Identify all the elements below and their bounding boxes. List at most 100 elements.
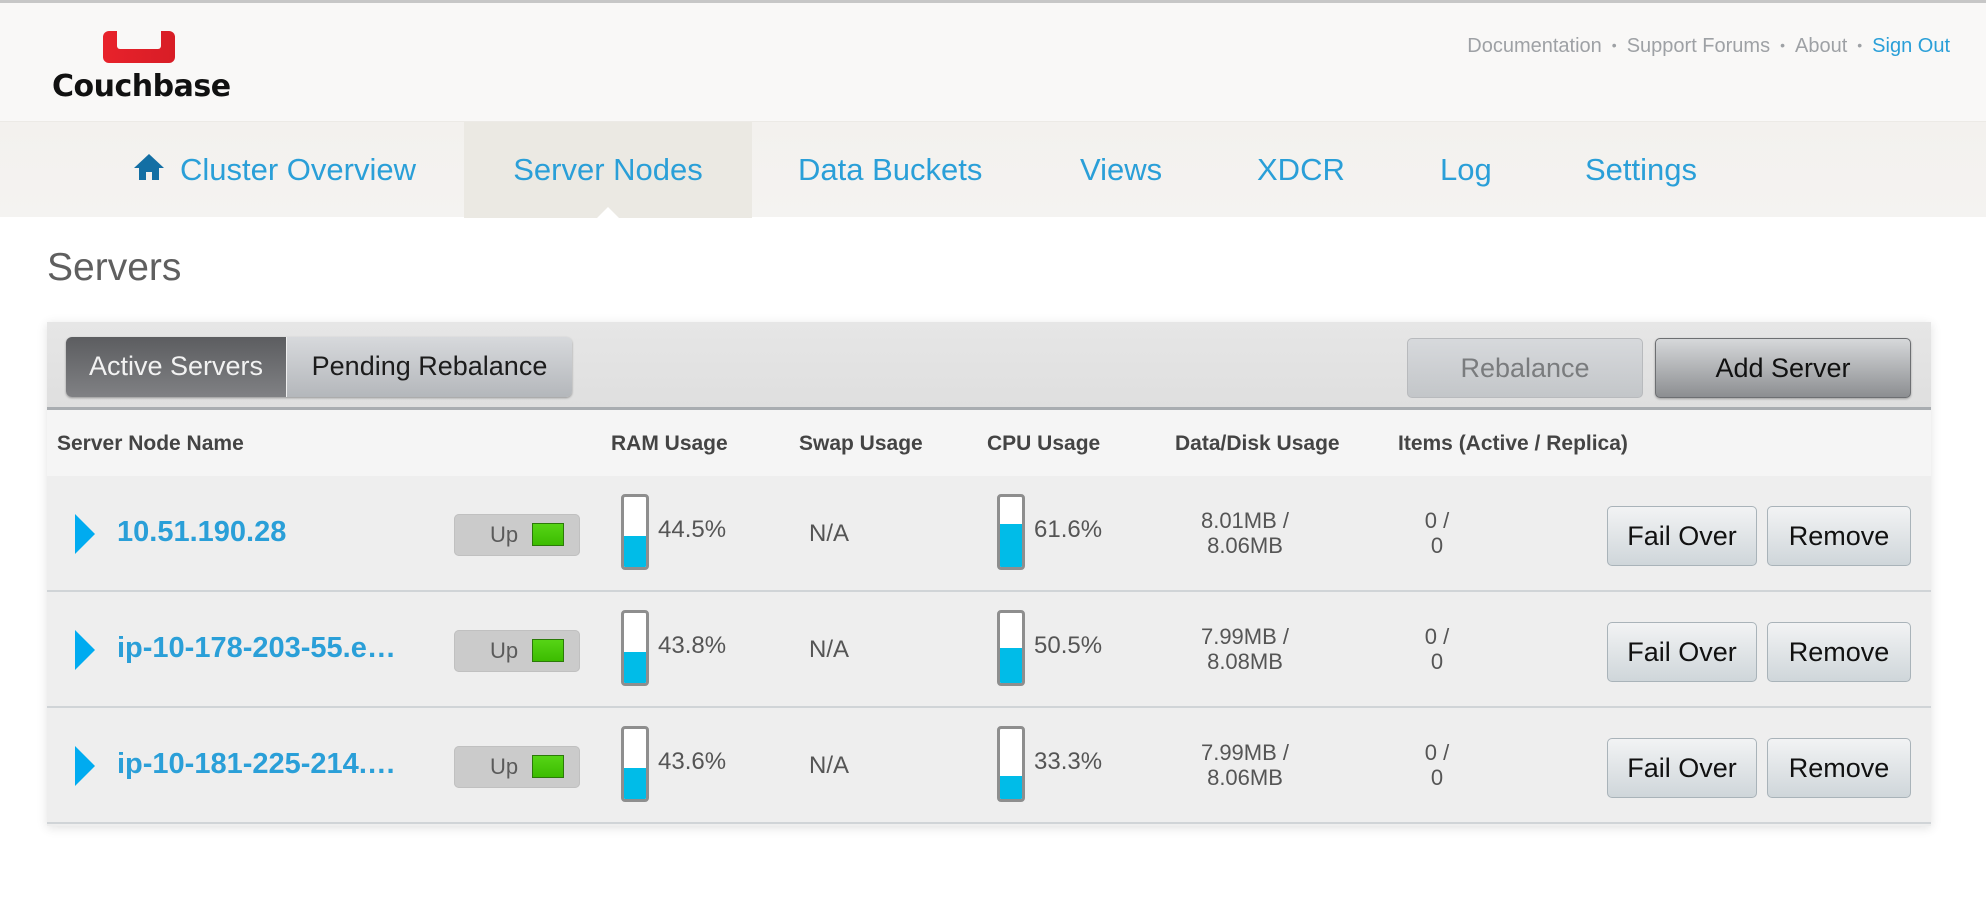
server-node-name-link[interactable]: ip-10-178-203-55.e… (117, 632, 396, 665)
remove-button[interactable]: Remove (1767, 622, 1911, 682)
column-header-swap: Swap Usage (799, 432, 923, 455)
nav-item-cluster-overview[interactable]: Cluster Overview (134, 122, 416, 218)
nav-item-label: Settings (1585, 152, 1698, 187)
status-badge: Up (454, 746, 580, 788)
cpu-usage-value: 61.6% (1034, 516, 1103, 543)
table-row: 10.51.190.28 Up 44.5% N/A 61.6% 8.01MB /… (47, 476, 1931, 592)
nav-item-label: Log (1440, 152, 1492, 187)
nav-item-label: Data Buckets (798, 152, 983, 187)
tab-pending-rebalance[interactable]: Pending Rebalance (286, 337, 572, 397)
disk-usage-line: 8.06MB (1207, 765, 1283, 790)
cpu-usage-value: 50.5% (1034, 632, 1103, 659)
items-line: 0 / (1424, 740, 1450, 765)
remove-button[interactable]: Remove (1767, 738, 1911, 798)
disk-usage-value: 7.99MB / 8.06MB (1185, 740, 1305, 790)
ram-usage-gauge-fill (624, 768, 646, 799)
header: Couchbase Documentation • Support Forums • A… (0, 3, 1986, 121)
couchbase-logo-icon (103, 31, 175, 63)
swap-usage-value: N/A (809, 520, 850, 547)
table-row: ip-10-178-203-55.e… Up 43.8% N/A 50.5% 7… (47, 592, 1931, 708)
ram-usage-gauge (621, 494, 649, 570)
status-up-indicator-icon (532, 755, 564, 778)
items-line: 0 (1430, 765, 1444, 790)
nav-item-label: Views (1080, 152, 1163, 187)
nav-item-settings[interactable]: Settings (1585, 122, 1697, 218)
items-value: 0 / 0 (1407, 624, 1467, 674)
items-value: 0 / 0 (1407, 508, 1467, 558)
cpu-usage-gauge-fill (1000, 775, 1022, 799)
main-nav: Cluster Overview Server Nodes Data Bucke… (0, 121, 1986, 218)
disk-usage-value: 8.01MB / 8.06MB (1185, 508, 1305, 558)
support-forums-link[interactable]: Support Forums (1627, 35, 1770, 57)
server-node-name-link[interactable]: 10.51.190.28 (117, 516, 286, 549)
ram-usage-gauge (621, 726, 649, 802)
status-text: Up (490, 522, 519, 547)
column-header-ram: RAM Usage (611, 432, 728, 455)
status-text: Up (490, 754, 519, 779)
cpu-usage-gauge (997, 610, 1025, 686)
disk-usage-value: 7.99MB / 8.08MB (1185, 624, 1305, 674)
column-header-name: Server Node Name (57, 432, 244, 455)
ram-usage-gauge-fill (624, 652, 646, 683)
separator: • (1611, 37, 1617, 53)
nav-item-label: Server Nodes (513, 152, 703, 187)
disk-usage-line: 8.01MB / (1200, 508, 1290, 533)
fail-over-button[interactable]: Fail Over (1607, 622, 1757, 682)
server-view-tabs: Active Servers Pending Rebalance (66, 337, 572, 397)
status-text: Up (490, 638, 519, 663)
swap-usage-value: N/A (809, 636, 850, 663)
about-link[interactable]: About (1795, 35, 1847, 57)
nav-item-log[interactable]: Log (1440, 122, 1492, 218)
brand-name: Couchbase (52, 69, 231, 104)
disk-usage-line: 7.99MB / (1200, 624, 1290, 649)
separator: • (1780, 37, 1785, 53)
disk-usage-line: 7.99MB / (1200, 740, 1290, 765)
fail-over-button[interactable]: Fail Over (1607, 738, 1757, 798)
cpu-usage-gauge (997, 726, 1025, 802)
column-header-cpu: CPU Usage (987, 432, 1101, 455)
nav-item-data-buckets[interactable]: Data Buckets (798, 122, 982, 218)
table-row: ip-10-181-225-214.… Up 43.6% N/A 33.3% 7… (47, 708, 1931, 824)
items-line: 0 / (1424, 508, 1450, 533)
expand-row-icon[interactable] (75, 630, 95, 670)
ram-usage-gauge (621, 610, 649, 686)
couchbase-logo[interactable]: Couchbase (52, 27, 232, 107)
cpu-usage-value: 33.3% (1034, 748, 1103, 775)
nav-item-xdcr[interactable]: XDCR (1257, 122, 1345, 218)
sign-out-link[interactable]: Sign Out (1872, 35, 1950, 57)
cpu-usage-gauge (997, 494, 1025, 570)
column-header-items: Items (Active / Replica) (1398, 432, 1628, 455)
swap-usage-value: N/A (809, 752, 850, 779)
disk-usage-line: 8.06MB (1207, 533, 1283, 558)
add-server-button[interactable]: Add Server (1655, 338, 1911, 398)
items-line: 0 (1430, 533, 1444, 558)
disk-usage-line: 8.08MB (1207, 649, 1283, 674)
ram-usage-value: 43.6% (658, 748, 727, 775)
ram-usage-value: 43.8% (658, 632, 727, 659)
nav-item-label: Cluster Overview (180, 152, 416, 187)
expand-row-icon[interactable] (75, 514, 95, 554)
column-header-disk: Data/Disk Usage (1175, 432, 1340, 455)
ram-usage-gauge-fill (624, 535, 646, 567)
nav-item-views[interactable]: Views (1080, 122, 1162, 218)
server-node-name-link[interactable]: ip-10-181-225-214.… (117, 748, 396, 781)
page-title: Servers (47, 246, 182, 289)
status-up-indicator-icon (532, 523, 564, 546)
documentation-link[interactable]: Documentation (1467, 35, 1602, 57)
items-line: 0 / (1424, 624, 1450, 649)
fail-over-button[interactable]: Fail Over (1607, 506, 1757, 566)
rebalance-button[interactable]: Rebalance (1407, 338, 1643, 398)
nav-item-server-nodes[interactable]: Server Nodes (464, 122, 752, 218)
cpu-usage-gauge-fill (1000, 647, 1022, 683)
ram-usage-value: 44.5% (658, 516, 727, 543)
servers-panel: Active Servers Pending Rebalance Rebalan… (47, 322, 1931, 826)
items-line: 0 (1430, 649, 1444, 674)
items-value: 0 / 0 (1407, 740, 1467, 790)
status-badge: Up (454, 630, 580, 672)
status-badge: Up (454, 514, 580, 556)
home-icon (134, 154, 164, 182)
status-up-indicator-icon (532, 639, 564, 662)
expand-row-icon[interactable] (75, 746, 95, 786)
remove-button[interactable]: Remove (1767, 506, 1911, 566)
tab-active-servers[interactable]: Active Servers (66, 337, 286, 397)
